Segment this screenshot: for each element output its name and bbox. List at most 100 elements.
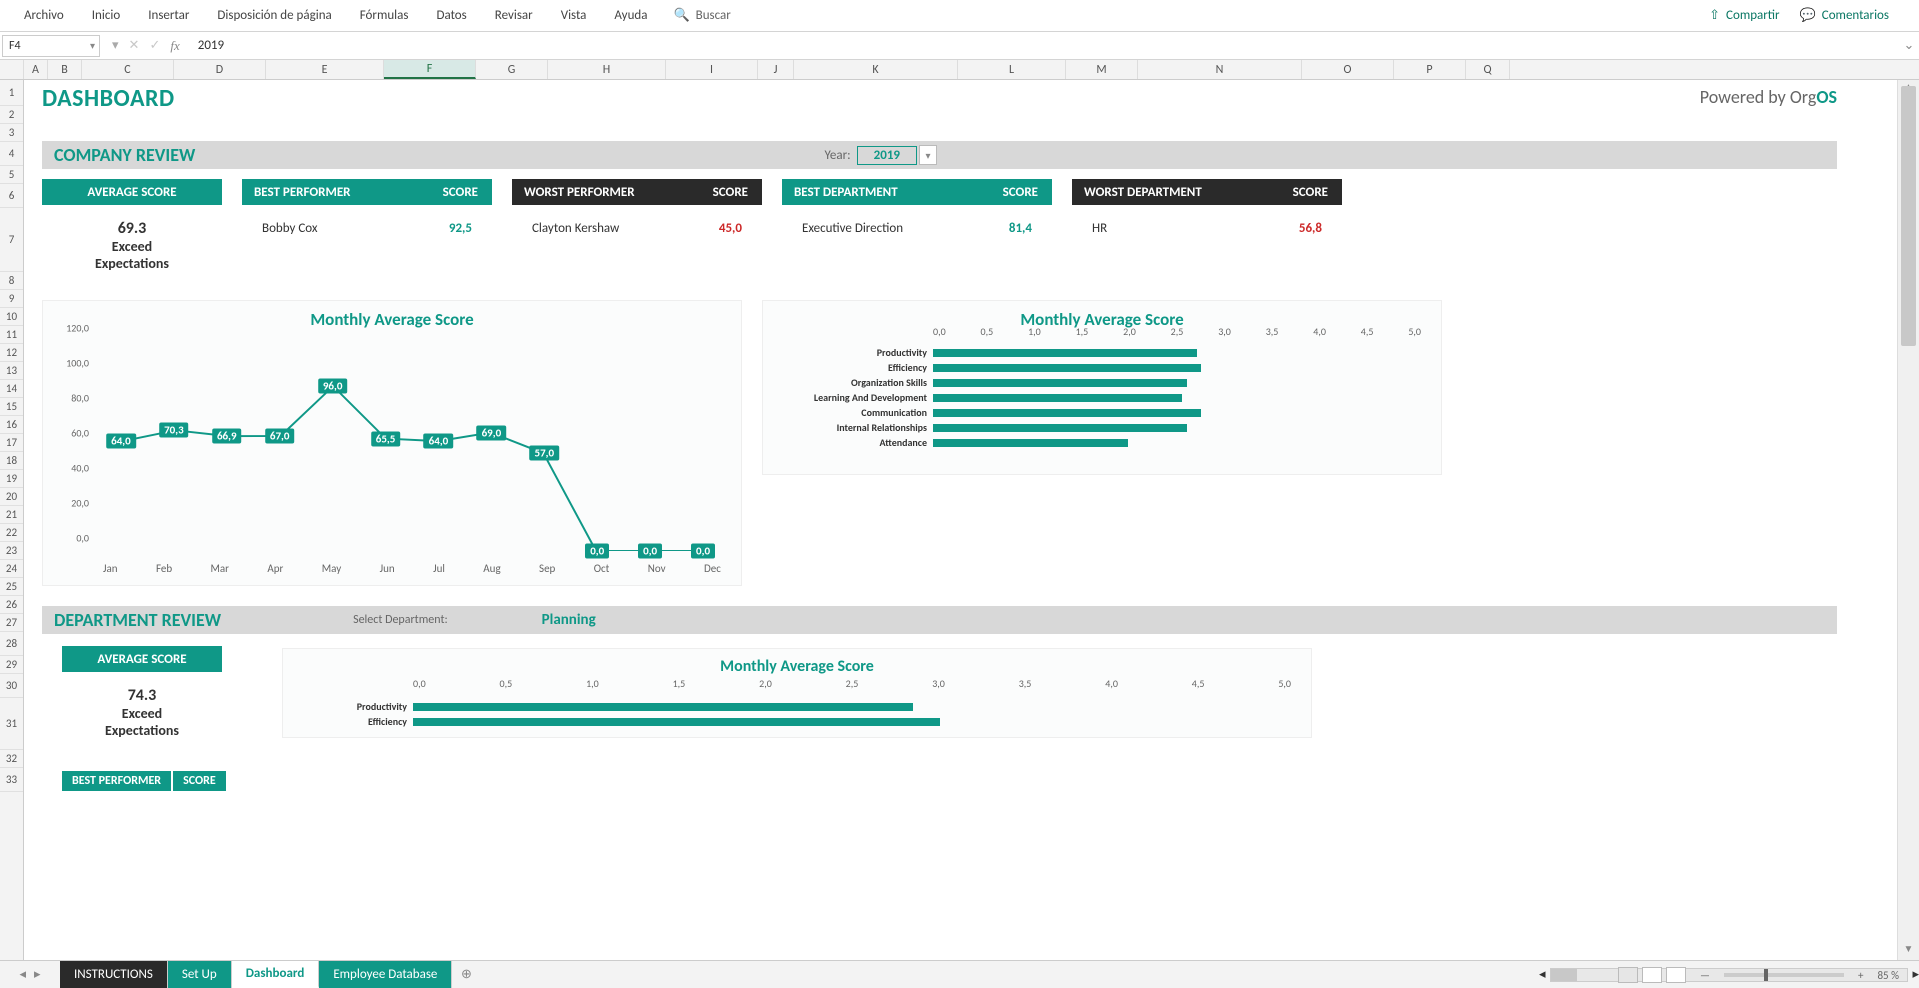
row-header-1[interactable]: 1 (0, 80, 23, 106)
row-header-17[interactable]: 17 (0, 434, 23, 452)
year-dropdown-icon[interactable]: ▾ (919, 145, 937, 165)
row-header-27[interactable]: 27 (0, 614, 23, 632)
menu-inicio[interactable]: Inicio (78, 0, 134, 32)
row-header-23[interactable]: 23 (0, 542, 23, 560)
row-header-13[interactable]: 13 (0, 362, 23, 380)
row-header-4[interactable]: 4 (0, 142, 23, 166)
add-sheet-button[interactable]: ⊕ (452, 961, 480, 988)
menu-insertar[interactable]: Insertar (134, 0, 203, 32)
col-header-N[interactable]: N (1138, 60, 1302, 79)
view-break-icon[interactable] (1666, 967, 1686, 983)
row-header-18[interactable]: 18 (0, 452, 23, 470)
view-page-icon[interactable] (1642, 967, 1662, 983)
formula-expand-icon[interactable]: ⌄ (1899, 38, 1919, 53)
col-header-I[interactable]: I (666, 60, 758, 79)
comments-button[interactable]: 💬 Comentarios (1800, 8, 1889, 23)
hscroll-thumb[interactable] (1551, 969, 1577, 981)
col-header-G[interactable]: G (476, 60, 548, 79)
menu-archivo[interactable]: Archivo (10, 0, 78, 32)
col-header-K[interactable]: K (794, 60, 958, 79)
row-header-3[interactable]: 3 (0, 124, 23, 142)
chevron-down-icon[interactable]: ▾ (112, 38, 119, 53)
scroll-down-icon[interactable]: ▼ (1898, 942, 1919, 960)
tab-next-icon[interactable]: ▸ (34, 967, 41, 982)
zoom-value[interactable]: 85 % (1877, 969, 1899, 982)
row-header-28[interactable]: 28 (0, 632, 23, 656)
cancel-icon[interactable]: ✕ (129, 38, 140, 53)
col-header-H[interactable]: H (548, 60, 666, 79)
vertical-scrollbar[interactable]: ▲ ▼ (1897, 80, 1919, 960)
row-header-12[interactable]: 12 (0, 344, 23, 362)
tab-nav[interactable]: ◂▸ (0, 961, 60, 988)
name-box[interactable]: F4 (2, 35, 100, 57)
menu-ayuda[interactable]: Ayuda (600, 0, 661, 32)
row-header-14[interactable]: 14 (0, 380, 23, 398)
scroll-thumb[interactable] (1901, 86, 1916, 346)
col-header-L[interactable]: L (958, 60, 1066, 79)
row-header-8[interactable]: 8 (0, 272, 23, 290)
menu-datos[interactable]: Datos (422, 0, 480, 32)
row-header-16[interactable]: 16 (0, 416, 23, 434)
row-header-11[interactable]: 11 (0, 326, 23, 344)
row-header-20[interactable]: 20 (0, 488, 23, 506)
tab-instructions[interactable]: INSTRUCTIONS (60, 961, 168, 988)
tab-prev-icon[interactable]: ◂ (19, 967, 26, 982)
tab-dashboard[interactable]: Dashboard (232, 961, 320, 988)
selected-dept[interactable]: Planning (462, 611, 686, 629)
col-header-O[interactable]: O (1302, 60, 1394, 79)
col-header-Q[interactable]: Q (1466, 60, 1510, 79)
menu-vista[interactable]: Vista (547, 0, 601, 32)
menu-disposicion[interactable]: Disposición de página (203, 0, 345, 32)
col-header-B[interactable]: B (48, 60, 82, 79)
year-value[interactable]: 2019 (857, 146, 917, 165)
dept-bar-chart[interactable]: Monthly Average Score 0,00,51,01,52,02,5… (282, 648, 1312, 738)
row-header-29[interactable]: 29 (0, 656, 23, 674)
row-header-5[interactable]: 5 (0, 166, 23, 184)
col-header-J[interactable]: J (758, 60, 794, 79)
row-header-30[interactable]: 30 (0, 674, 23, 698)
col-header-E[interactable]: E (266, 60, 384, 79)
row-header-2[interactable]: 2 (0, 106, 23, 124)
fx-icon[interactable]: fx (170, 38, 179, 54)
zoom-knob[interactable] (1764, 969, 1768, 981)
row-header-7[interactable]: 7 (0, 208, 23, 272)
zoom-out-icon[interactable]: — (1700, 969, 1710, 982)
col-header-M[interactable]: M (1066, 60, 1138, 79)
col-header-A[interactable]: A (24, 60, 48, 79)
zoom-in-icon[interactable]: + (1858, 969, 1863, 982)
row-header-26[interactable]: 26 (0, 596, 23, 614)
menu-formulas[interactable]: Fórmulas (346, 0, 423, 32)
bar-tick: 3,0 (1218, 325, 1231, 338)
row-header-15[interactable]: 15 (0, 398, 23, 416)
col-header-P[interactable]: P (1394, 60, 1466, 79)
view-normal-icon[interactable] (1618, 967, 1638, 983)
row-header-31[interactable]: 31 (0, 698, 23, 750)
row-header-32[interactable]: 32 (0, 750, 23, 768)
bar-chart[interactable]: Monthly Average Score 0,00,51,01,52,02,5… (762, 300, 1442, 475)
menu-revisar[interactable]: Revisar (481, 0, 547, 32)
zoom-slider[interactable] (1724, 973, 1844, 977)
row-header-22[interactable]: 22 (0, 524, 23, 542)
row-header-9[interactable]: 9 (0, 290, 23, 308)
hscroll-left-icon[interactable]: ◂ (1539, 967, 1546, 982)
row-header-19[interactable]: 19 (0, 470, 23, 488)
tab-setup[interactable]: Set Up (168, 961, 232, 988)
search-wrap[interactable]: 🔍 Buscar (661, 8, 742, 23)
formula-input[interactable]: 2019 (190, 38, 1899, 53)
row-header-24[interactable]: 24 (0, 560, 23, 578)
col-header-F[interactable]: F (384, 60, 476, 79)
row-header-25[interactable]: 25 (0, 578, 23, 596)
powered-prefix: Powered by Org (1700, 86, 1817, 108)
tab-employee-db[interactable]: Employee Database (319, 961, 452, 988)
row-header-10[interactable]: 10 (0, 308, 23, 326)
col-header-D[interactable]: D (174, 60, 266, 79)
col-header-C[interactable]: C (82, 60, 174, 79)
row-header-21[interactable]: 21 (0, 506, 23, 524)
accept-icon[interactable]: ✓ (149, 38, 160, 53)
row-header-33[interactable]: 33 (0, 768, 23, 792)
line-chart[interactable]: Monthly Average Score 0,020,040,060,080,… (42, 300, 742, 586)
row-header-6[interactable]: 6 (0, 184, 23, 208)
sheet-area[interactable]: DASHBOARD Powered by OrgOS COMPANY REVIE… (24, 80, 1897, 960)
hscroll-right-icon[interactable]: ▸ (1912, 967, 1919, 982)
share-button[interactable]: ⇧ Compartir (1709, 8, 1779, 23)
